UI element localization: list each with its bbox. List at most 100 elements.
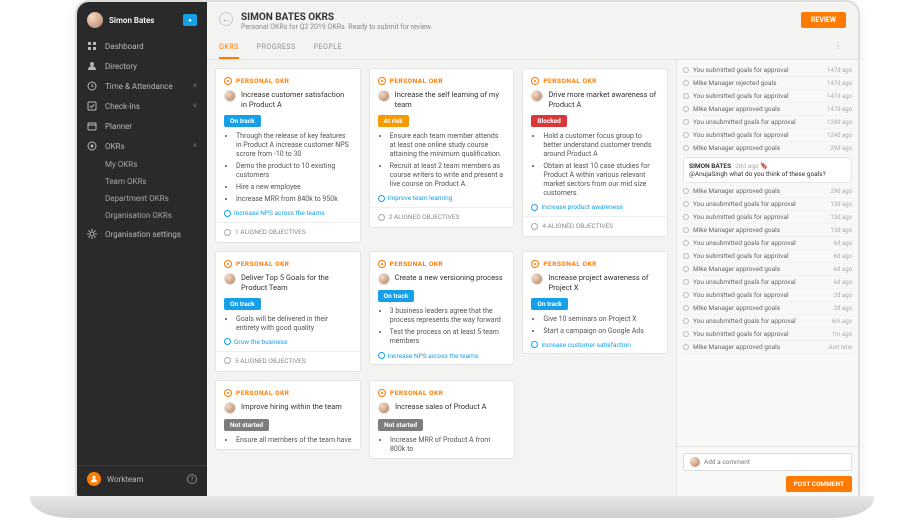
okr-card[interactable]: PERSONAL OKR Increase customer satisfact… — [215, 68, 361, 243]
page-subtitle: Personal OKRs for Q2 2019 OKRs. Ready to… — [241, 23, 432, 31]
sidebar-sub-my-okrs[interactable]: My OKRs — [77, 156, 207, 173]
target-icon — [378, 260, 386, 268]
feed-item[interactable]: Mike Manager approved goals147d ago — [683, 103, 852, 116]
feed-item[interactable]: Mike Manager approved goals13d ago — [683, 224, 852, 237]
okr-card[interactable]: PERSONAL OKR Increase project awareness … — [522, 251, 668, 354]
feed-status-icon — [683, 253, 689, 259]
feed-item[interactable]: Mike Manager approved goalsJust now — [683, 341, 852, 354]
aligned-count[interactable]: 2 ALIGNED OBJECTIVES — [370, 207, 514, 223]
brand-name: Workteam — [107, 475, 144, 484]
gear-icon — [87, 229, 97, 239]
feed-time: 147d ago — [827, 67, 852, 74]
sidebar-sub-department-okrs[interactable]: Department OKRs — [77, 190, 207, 207]
linked-objective[interactable]: Increase NPS across the teams — [378, 352, 506, 360]
target-icon — [378, 389, 386, 397]
current-user[interactable]: Simon Bates ● — [77, 8, 207, 36]
feed-status-icon — [683, 93, 689, 99]
check-icon — [87, 101, 97, 111]
page-title: SIMON BATES OKRS — [241, 12, 432, 23]
okr-card[interactable]: PERSONAL OKR Deliver Top 5 Goals for the… — [215, 251, 361, 372]
sidebar: Simon Bates ● Dashboard Directory Time &… — [77, 2, 207, 498]
key-result: Start a campaign on Google Ads — [543, 327, 659, 336]
feed-item[interactable]: You submitted goals for approval147d ago — [683, 90, 852, 103]
sidebar-item-directory[interactable]: Directory — [77, 56, 207, 76]
aligned-icon — [224, 229, 231, 236]
aligned-count[interactable]: 4 ALIGNED OBJECTIVES — [523, 216, 667, 232]
status-badge: Not started — [224, 419, 269, 431]
sidebar-item-time-attendance[interactable]: Time & Attendance ˅ — [77, 76, 207, 96]
sidebar-item-label: Planner — [105, 122, 197, 131]
sidebar-item-label: Directory — [105, 62, 197, 71]
tab-okrs[interactable]: OKRS — [219, 39, 239, 59]
chevron-up-icon: ˄ — [193, 142, 197, 150]
back-button[interactable]: ← — [219, 12, 233, 26]
feed-text: You submitted goals for approval — [693, 66, 823, 74]
post-comment-button[interactable]: POST COMMENT — [786, 476, 852, 492]
sidebar-item-dashboard[interactable]: Dashboard — [77, 36, 207, 56]
sidebar-item-organisation-settings[interactable]: Organisation settings — [77, 224, 207, 244]
feed-item[interactable]: You unsubmitted goals for approval13d ag… — [683, 198, 852, 211]
status-badge: On track — [224, 115, 261, 127]
key-results: Through the release of key features in P… — [224, 132, 352, 205]
feed-item[interactable]: You unsubmitted goals for approval 6d ago — [683, 276, 852, 289]
feed-item[interactable]: Mike Manager approved goals29d ago — [683, 142, 852, 155]
status-badge: At risk — [378, 115, 409, 127]
feed-time: 6d ago — [834, 279, 852, 286]
linked-objective[interactable]: Grow the business — [224, 338, 352, 346]
okr-card[interactable]: PERSONAL OKR Drive more market awareness… — [522, 68, 668, 237]
feed-time: 13d ago — [830, 201, 852, 208]
notifications-icon[interactable]: ● — [183, 14, 197, 26]
tab-people[interactable]: PEOPLE — [314, 39, 342, 59]
aligned-count[interactable]: 5 ALIGNED OBJECTIVES — [216, 351, 360, 367]
card-type: PERSONAL OKR — [378, 260, 506, 268]
feed-time: 6d ago — [834, 266, 852, 273]
feed-text: You submitted goals for approval — [693, 213, 826, 221]
feed-text: You unsubmitted goals for approval — [693, 278, 830, 286]
sidebar-item-label: Dashboard — [105, 42, 197, 51]
review-button[interactable]: REVIEW — [801, 12, 846, 28]
feed-item[interactable]: You submitted goals for approval2d ago — [683, 289, 852, 302]
feed-item[interactable]: You submitted goals for approval1m ago — [683, 328, 852, 341]
feed-item[interactable]: You submitted goals for approval6d ago — [683, 250, 852, 263]
feed-item[interactable]: You submitted goals for approval13d ago — [683, 211, 852, 224]
key-result: Through the release of key features in P… — [236, 132, 352, 159]
feed-item[interactable]: Mike Manager approved goals29d ago — [683, 185, 852, 198]
comment-input[interactable]: Add a comment — [683, 453, 852, 471]
okr-card[interactable]: PERSONAL OKR Create a new versioning pro… — [369, 251, 515, 364]
sidebar-item-check-ins[interactable]: Check-Ins ˅ — [77, 96, 207, 116]
linked-objective[interactable]: Increase product awareness — [531, 203, 659, 211]
sidebar-item-okrs[interactable]: OKRs ˄ — [77, 136, 207, 156]
feed-status-icon — [683, 145, 689, 151]
feed-item[interactable]: You unsubmitted goals for approval6m ago — [683, 315, 852, 328]
tab-progress[interactable]: PROGRESS — [257, 39, 296, 59]
aligned-count[interactable]: 1 ALIGNED OBJECTIVES — [216, 222, 360, 238]
key-results: Ensure all members of the team have — [224, 436, 352, 445]
feed-item[interactable]: Mike Manager approved goals2d ago — [683, 302, 852, 315]
feed-item[interactable]: You submitted goals for approval124d ago — [683, 129, 852, 142]
okr-card[interactable]: PERSONAL OKR Increase the self learning … — [369, 68, 515, 228]
okr-card[interactable]: PERSONAL OKR Increase sales of Product A… — [369, 380, 515, 459]
linked-objective[interactable]: Improve team learning — [378, 194, 506, 202]
sidebar-sub-organisation-okrs[interactable]: Organisation OKRs — [77, 207, 207, 224]
feed-text: Mike Manager approved goals — [693, 304, 830, 312]
status-badge: On track — [378, 290, 415, 302]
owner-avatar — [531, 90, 543, 102]
key-result: Test the process on at least 5 team memb… — [390, 328, 506, 346]
feed-item[interactable]: You unsubmitted goals for approval6d ago — [683, 237, 852, 250]
feed-item[interactable]: You submitted goals for approval 147d ago — [683, 64, 852, 77]
feed-item[interactable]: You unsubmitted goals for approval124d a… — [683, 116, 852, 129]
feed-item[interactable]: Mike Manager rejected goals147d ago — [683, 77, 852, 90]
target-icon — [378, 77, 386, 85]
linked-objective[interactable]: Increase NPS across the teams — [224, 209, 352, 217]
linked-objective[interactable]: Increase customer satisfaction — [531, 341, 659, 349]
sidebar-item-label: OKRs — [105, 142, 185, 151]
help-icon[interactable]: ? — [187, 474, 197, 484]
more-menu-icon[interactable]: ⋮ — [830, 39, 846, 59]
link-icon — [224, 338, 231, 345]
sidebar-item-planner[interactable]: Planner — [77, 116, 207, 136]
feed-comment[interactable]: SIMON BATES28d ago 🔖@AnujaSingh what do … — [683, 157, 852, 183]
sidebar-sub-team-okrs[interactable]: Team OKRs — [77, 173, 207, 190]
okr-card[interactable]: PERSONAL OKR Improve hiring within the t… — [215, 380, 361, 450]
feed-item[interactable]: Mike Manager approved goals6d ago — [683, 263, 852, 276]
feed-time: 6d ago — [834, 253, 852, 260]
